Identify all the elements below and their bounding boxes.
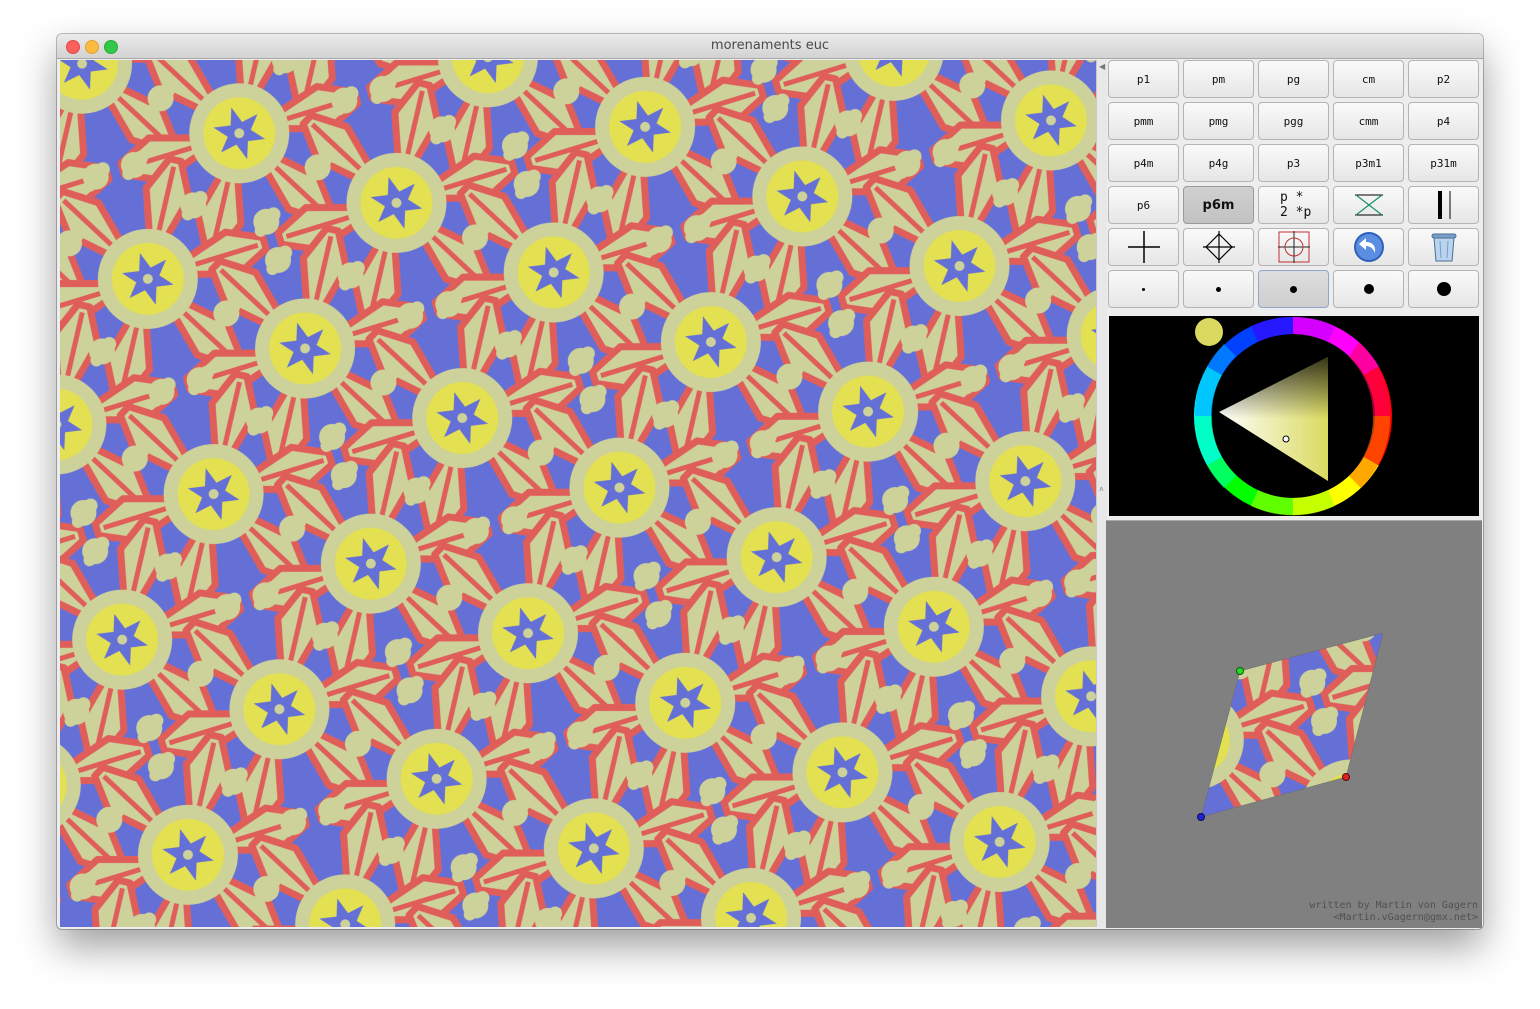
group-button-cm[interactable]: cm [1333,60,1404,98]
line-style-button[interactable] [1408,186,1479,224]
brush-size-large[interactable] [1333,270,1404,308]
trash-button[interactable] [1408,228,1479,266]
brush-size-medium[interactable] [1258,270,1329,308]
handle-blue[interactable] [1197,813,1205,821]
group-button-p3[interactable]: p3 [1258,144,1329,182]
orbifold-notation-top: p * [1280,190,1304,205]
dot-medium-icon [1290,285,1297,293]
tile-preview-canvas[interactable] [1106,521,1482,928]
target-icon [1277,231,1310,263]
group-button-p6[interactable]: p6 [1108,186,1179,224]
diamond-cross-button[interactable] [1183,228,1254,266]
dot-small-icon [1216,286,1221,292]
group-button-p6m[interactable]: p6m [1183,186,1254,224]
ornament-pattern[interactable] [60,60,1096,927]
target-button[interactable] [1258,228,1329,266]
mirror-toggle-button[interactable] [1333,186,1404,224]
group-button-pmg[interactable]: pmg [1183,102,1254,140]
title-bar: morenaments euc [57,34,1483,59]
dot-extra-large-icon [1436,282,1451,296]
handle-green[interactable] [1236,667,1244,675]
group-button-p4m[interactable]: p4m [1108,144,1179,182]
line-style-icon [1437,191,1450,219]
diamond-cross-icon [1202,231,1235,263]
credit-text: written by Martin von Gagern <Martin.vGa… [1309,900,1478,924]
group-button-p4[interactable]: p4 [1408,102,1479,140]
dot-extra-small-icon [1142,287,1145,291]
undo-button[interactable] [1333,228,1404,266]
app-window: morenaments euc ◀ ˄ p1 pm pg cm p2 pmm p… [57,34,1483,929]
crosshair-button[interactable] [1108,228,1179,266]
orbifold-notation-bottom: 2 *p [1280,205,1312,220]
dot-large-icon [1363,284,1374,294]
control-panel: p1 pm pg cm p2 pmm pmg pgg cmm p4 p4m p4… [1106,60,1482,928]
color-picker-handle[interactable] [1282,435,1290,443]
group-button-pmm[interactable]: pmm [1108,102,1179,140]
group-button-cmm[interactable]: cmm [1333,102,1404,140]
group-button-pgg[interactable]: pgg [1258,102,1329,140]
group-button-p1[interactable]: p1 [1108,60,1179,98]
trash-icon [1431,233,1456,262]
group-button-p4g[interactable]: p4g [1183,144,1254,182]
current-color-swatch [1195,318,1223,346]
group-button-p3m1[interactable]: p3m1 [1333,144,1404,182]
mirror-toggle-icon [1354,194,1383,216]
brush-size-small[interactable] [1183,270,1254,308]
brush-size-extra-large[interactable] [1408,270,1479,308]
crosshair-icon [1127,231,1160,263]
window-title: morenaments euc [710,38,830,53]
group-button-pg[interactable]: pg [1258,60,1329,98]
color-wheel[interactable] [1109,316,1479,516]
group-button-pm[interactable]: pm [1183,60,1254,98]
tile-preview[interactable]: written by Martin von Gagern <Martin.vGa… [1106,520,1482,928]
credit-author: written by Martin von Gagern [1309,900,1478,911]
credit-email: <Martin.vGagern@gmx.net> [1333,912,1479,923]
ornament-canvas[interactable] [60,60,1096,927]
undo-icon [1353,232,1384,262]
fundamental-tile [1201,633,1383,817]
color-chooser[interactable] [1109,316,1479,516]
brush-size-extra-small[interactable] [1108,270,1179,308]
split-handle-icon[interactable]: ˄ [1099,485,1104,494]
collapse-left-icon[interactable]: ◀ [1099,62,1105,71]
handle-red[interactable] [1342,773,1350,781]
group-button-p2[interactable]: p2 [1408,60,1479,98]
group-button-p31m[interactable]: p31m [1408,144,1479,182]
orbifold-notation-button[interactable]: p * 2 *p [1258,186,1329,224]
toolbar-grid: p1 pm pg cm p2 pmm pmg pgg cmm p4 p4m p4… [1108,60,1480,308]
